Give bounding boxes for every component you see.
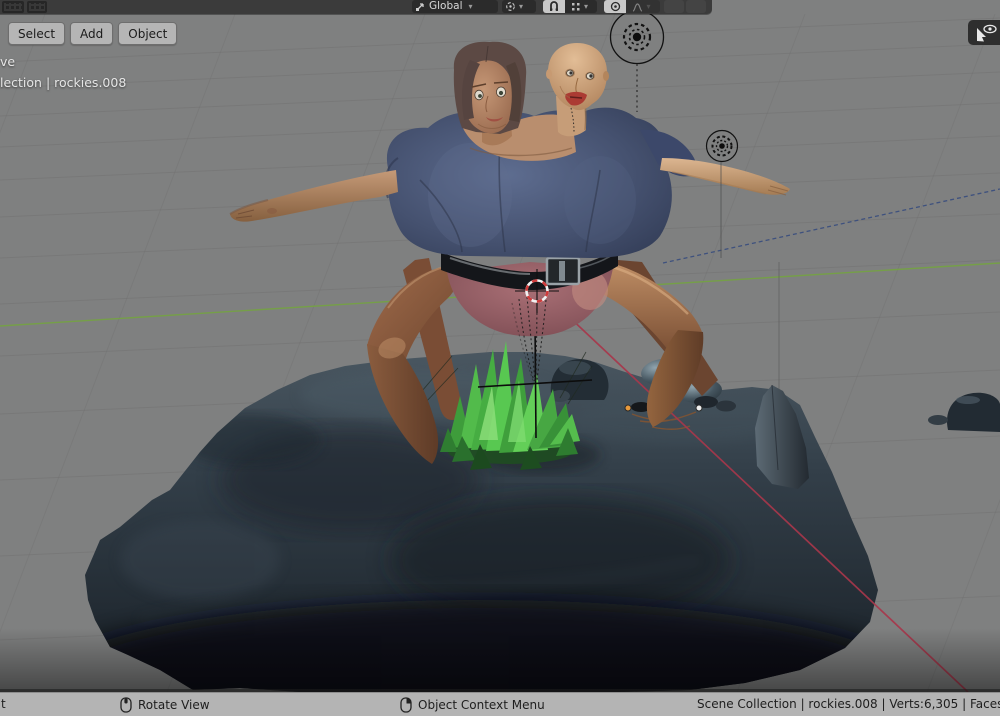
pivot-point-icon [502, 1, 516, 12]
snap-toggle[interactable] [543, 0, 565, 13]
rotate-view-label: Rotate View [138, 698, 210, 712]
proportional-edit-toggle[interactable] [604, 0, 626, 13]
3d-viewport[interactable] [0, 0, 1000, 692]
transform-orientation-dropdown[interactable]: Global ▾ [412, 0, 498, 13]
right-ear [603, 71, 609, 81]
middle-mouse-icon [120, 697, 132, 713]
falloff-curve-icon [632, 2, 643, 12]
viewport-header: Global ▾ ▾ ▾ [0, 0, 712, 14]
chevron-down-icon: ▾ [643, 2, 653, 11]
torso-shirt [385, 108, 696, 258]
select-menu-button[interactable]: Select [8, 22, 65, 45]
chevron-down-icon: ▾ [516, 2, 526, 11]
proportional-edit-control[interactable]: ▾ [604, 0, 660, 13]
chevron-down-icon: ▾ [466, 2, 476, 11]
mode-icon[interactable] [27, 1, 47, 13]
head-left-woman [454, 42, 526, 134]
editor-type-icon[interactable] [2, 1, 24, 13]
scene-stats-text: Scene Collection | rockies.008 | Verts:6… [697, 697, 1000, 711]
scene-stats: Scene Collection | rockies.008 | Verts:6… [697, 697, 1000, 711]
snap-control[interactable]: ▾ [543, 0, 597, 13]
right-mouse-icon [400, 697, 412, 713]
status-left-clipped: t [1, 697, 6, 711]
orientation-axes-icon [412, 1, 426, 12]
status-hint-rotate-view: Rotate View [120, 697, 210, 713]
status-hint-context-menu: Object Context Menu [400, 697, 545, 713]
falloff-dropdown[interactable]: ▾ [626, 0, 660, 13]
object-origin-dot-white [696, 405, 702, 411]
left-hand-thumb [267, 208, 277, 214]
viewport-menu-row: Select Add Object [8, 22, 177, 45]
transform-orientation-label: Global [426, 0, 466, 13]
select-visibility-button[interactable] [968, 20, 1000, 45]
object-menu-button[interactable]: Object [118, 22, 177, 45]
snap-magnet-icon [549, 1, 559, 12]
object-origin-dot-orange [625, 405, 631, 411]
dimmed-header-buttons[interactable] [664, 0, 708, 13]
view-perspective-overlay-text: ve [0, 54, 15, 69]
proportional-edit-icon [610, 1, 621, 12]
left-ear [546, 69, 552, 79]
add-menu-button[interactable]: Add [70, 22, 113, 45]
snap-target-dropdown[interactable]: ▾ [565, 0, 597, 13]
pivot-point-dropdown[interactable]: ▾ [502, 0, 536, 13]
chevron-down-icon: ▾ [581, 2, 591, 11]
blender-window: Global ▾ ▾ ▾ [0, 0, 1000, 716]
object-context-menu-label: Object Context Menu [418, 698, 545, 712]
status-bar: t Rotate View Object Context Menu Scene … [0, 692, 1000, 716]
cursor-eye-icon [973, 23, 1000, 43]
snap-increment-icon [571, 2, 581, 12]
active-collection-overlay-text: lection | rockies.008 [0, 75, 126, 90]
viewport-bottom-shade [0, 628, 1000, 692]
